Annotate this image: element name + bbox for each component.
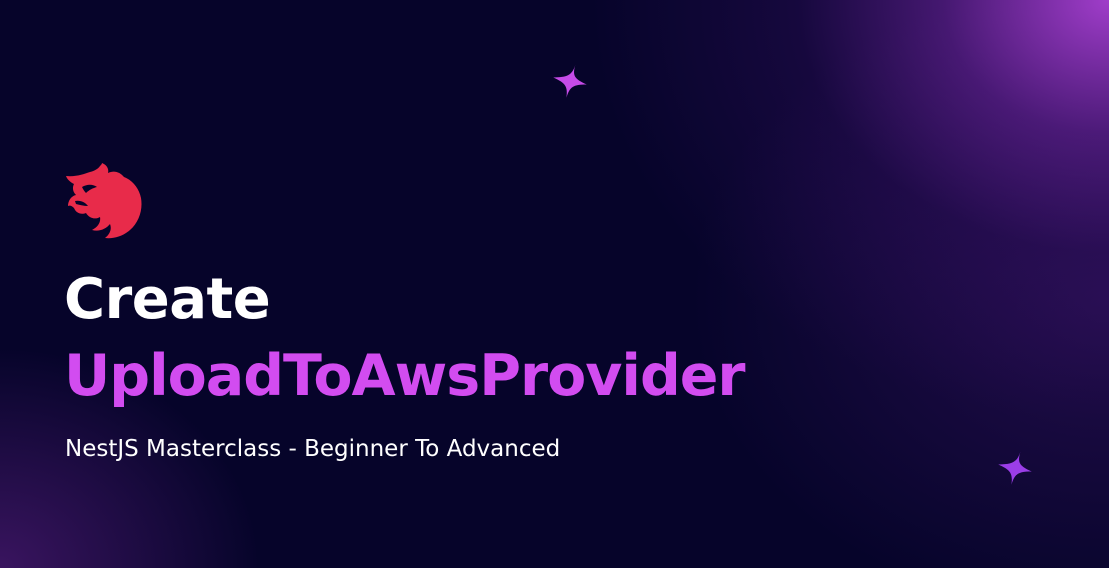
- title-line-2: UploadToAwsProvider: [64, 343, 746, 409]
- sparkle-star-icon: [553, 64, 587, 98]
- course-subtitle: NestJS Masterclass - Beginner To Advance…: [65, 436, 561, 462]
- nestjs-logo-icon: [66, 163, 142, 239]
- title-line-1: Create: [64, 267, 271, 332]
- sparkle-star-icon: [998, 451, 1032, 485]
